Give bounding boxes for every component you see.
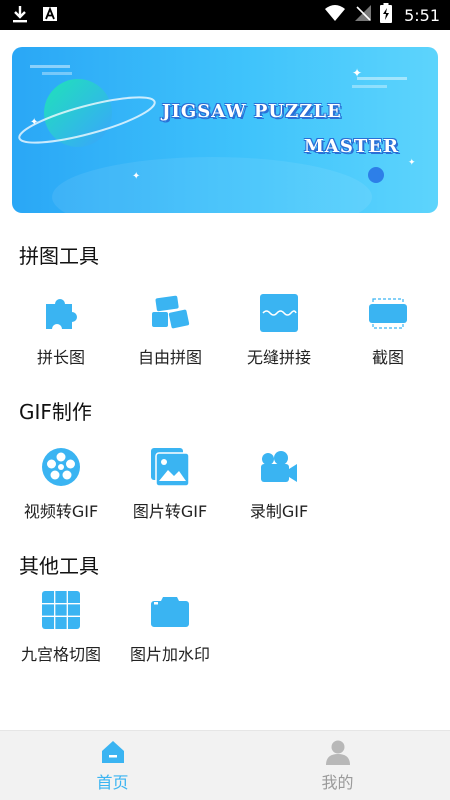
tool-free-collage[interactable]: 自由拼图 (115, 293, 225, 368)
font-icon (42, 6, 58, 26)
tool-nine-grid[interactable]: 九宫格切图 (6, 590, 116, 665)
banner-title-line2: MASTER (304, 136, 399, 157)
image-stack-icon (150, 447, 190, 487)
tool-record-gif[interactable]: 录制GIF (224, 447, 334, 522)
battery-charging-icon (380, 3, 393, 27)
no-signal-icon (354, 4, 372, 26)
tool-watermark[interactable]: 图片加水印 (115, 590, 225, 665)
wifi-icon (324, 4, 346, 26)
tool-video-to-gif[interactable]: 视频转GIF (6, 447, 116, 522)
tool-label: 自由拼图 (137, 348, 202, 367)
nav-profile[interactable]: 我的 (225, 731, 450, 800)
screenshot-icon (368, 293, 408, 333)
bottom-navigation: 首页 我的 (0, 730, 450, 800)
svg-text:✦: ✦ (408, 158, 416, 168)
tool-label: 图片转GIF (132, 502, 208, 521)
camera-icon (150, 590, 190, 630)
puzzle-piece-icon (41, 293, 81, 333)
download-icon (12, 5, 28, 27)
tool-screenshot[interactable]: 截图 (333, 293, 443, 368)
status-time: 5:51 (404, 5, 440, 25)
tool-label: 视频转GIF (23, 502, 99, 521)
section-title-other-tools: 其他工具 (19, 554, 99, 578)
section-title-gif: GIF制作 (19, 400, 92, 424)
seamless-stitch-icon (259, 293, 299, 333)
tool-label: 拼长图 (36, 348, 85, 367)
svg-text:✦: ✦ (132, 171, 140, 182)
section-title-puzzle-tools: 拼图工具 (19, 244, 99, 268)
banner-illustration: ✦ ✦ ✦ ✦ (18, 65, 416, 213)
tool-label: 图片加水印 (129, 645, 210, 664)
nav-home-label: 首页 (96, 773, 129, 792)
video-camera-icon (259, 447, 299, 487)
free-collage-icon (150, 293, 190, 333)
video-reel-icon (41, 447, 81, 487)
tool-label: 无缝拼接 (246, 348, 311, 367)
status-bar: 5:51 (0, 0, 450, 30)
home-icon (99, 738, 127, 766)
banner-title-line1: JIGSAW PUZZLE (162, 101, 342, 122)
tool-long-stitch[interactable]: 拼长图 (6, 293, 116, 368)
user-icon (324, 738, 352, 766)
nav-profile-label: 我的 (321, 773, 354, 792)
svg-text:✦: ✦ (352, 66, 362, 80)
tool-seamless-stitch[interactable]: 无缝拼接 (224, 293, 334, 368)
tool-label: 九宫格切图 (20, 645, 101, 664)
tool-label: 录制GIF (249, 502, 309, 521)
tool-label: 截图 (371, 348, 404, 367)
tool-image-to-gif[interactable]: 图片转GIF (115, 447, 225, 522)
svg-text:✦: ✦ (30, 117, 38, 128)
nav-home[interactable]: 首页 (0, 731, 225, 800)
hero-banner[interactable]: ✦ ✦ ✦ ✦ JIGSAW PUZZLE MASTER (12, 47, 438, 213)
grid-nine-icon (41, 590, 81, 630)
